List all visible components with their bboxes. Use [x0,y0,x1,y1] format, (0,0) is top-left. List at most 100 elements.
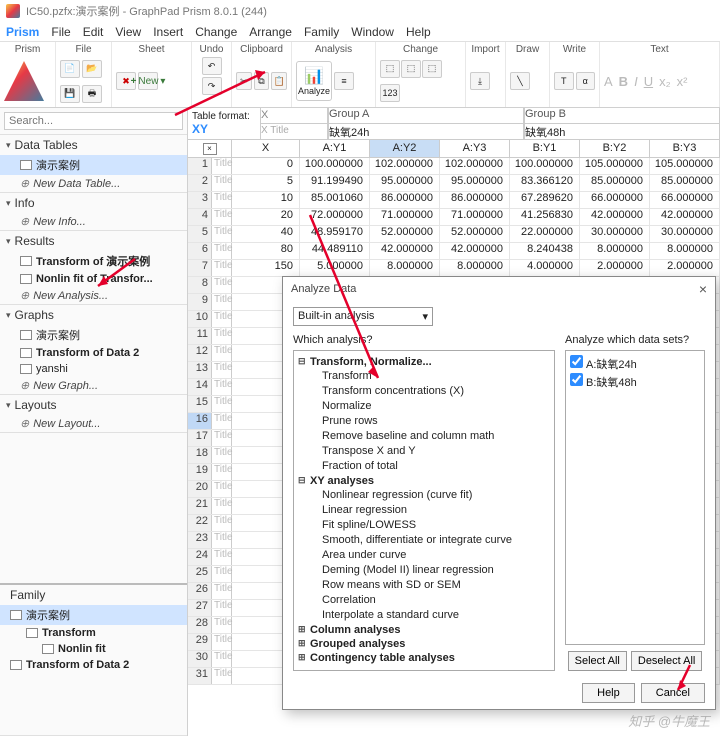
copy-icon[interactable]: ⧉ [254,72,270,90]
col-header[interactable]: A:Y1 [300,140,370,157]
menu-item[interactable]: Insert [153,25,183,39]
table-row[interactable]: 2Title591.19949095.00000095.00000083.366… [188,175,720,192]
tree-item[interactable]: Interpolate a standard curve [298,608,550,623]
group-b-header[interactable]: Group B缺氧48h [524,108,720,140]
change-icon[interactable]: ⬚ [422,60,442,78]
tree-item[interactable]: Linear regression [298,503,550,518]
paste-icon[interactable]: 📋 [271,72,287,90]
tree-category[interactable]: Column analyses [298,623,550,637]
cut-icon[interactable]: ✂ [236,72,252,90]
sidebar-item[interactable]: 演示案例 [0,325,187,345]
panel-results[interactable]: Results [0,231,187,251]
menu-item[interactable]: File [51,25,70,39]
italic-button[interactable]: I [634,74,638,89]
dataset-checkbox[interactable]: A:缺氧24h [570,355,700,373]
sidebar-item[interactable]: 演示案例 [0,155,187,175]
table-row[interactable]: 4Title2072.00000071.00000071.00000041.25… [188,209,720,226]
col-x[interactable]: X [232,140,300,157]
tree-item[interactable]: Remove baseline and column math [298,429,550,444]
group-a-header[interactable]: Group A缺氧24h [328,108,524,140]
tree-item[interactable]: Transpose X and Y [298,444,550,459]
col-header[interactable]: B:Y1 [510,140,580,157]
menu-item[interactable]: Family [304,25,339,39]
write-icon[interactable]: T [554,72,574,90]
family-item[interactable]: Transform of Data 2 [0,657,187,673]
close-icon[interactable]: × [699,281,707,297]
tree-category[interactable]: Grouped analyses [298,637,550,651]
tree-item[interactable]: Normalize [298,399,550,414]
write-icon[interactable]: α [576,72,596,90]
tree-item[interactable]: Deming (Model II) linear regression [298,563,550,578]
tree-item[interactable]: Transform [298,369,550,384]
new-analysis[interactable]: ⊕New Analysis... [0,287,187,304]
bold-button[interactable]: B [619,74,628,89]
menu-item[interactable]: Change [195,25,237,39]
family-item[interactable]: Nonlin fit [0,641,187,657]
dataset-checkbox[interactable]: B:缺氧48h [570,373,700,391]
sidebar-item[interactable]: Nonlin fit of Transfor... [0,271,187,287]
sidebar-item[interactable]: Transform of Data 2 [0,345,187,361]
sidebar-item[interactable]: Transform of 演示案例 [0,251,187,271]
tree-item[interactable]: Correlation [298,593,550,608]
tree-item[interactable]: Nonlinear regression (curve fit) [298,488,550,503]
panel-graphs[interactable]: Graphs [0,305,187,325]
deselect-all-button[interactable]: Deselect All [631,651,702,671]
print-icon[interactable]: 🖶 [82,85,102,103]
tree-item[interactable]: Area under curve [298,548,550,563]
select-all-button[interactable]: Select All [568,651,627,671]
tree-item[interactable]: Fraction of total [298,459,550,474]
sup-button[interactable]: x² [677,74,688,89]
panel-family[interactable]: Family [0,585,187,605]
change-icon[interactable]: 123 [380,84,400,102]
tree-item[interactable]: Fit spline/LOWESS [298,518,550,533]
import-icon[interactable]: ⤓ [470,72,490,90]
table-row[interactable]: 1Title0100.000000102.000000102.000000100… [188,158,720,175]
open-icon[interactable]: 📂 [82,60,102,78]
x-column-header[interactable]: XX Title [260,108,328,140]
cancel-button[interactable]: Cancel [641,683,705,703]
sidebar-item[interactable]: yanshi [0,361,187,377]
analysis-icon[interactable]: ≡ [334,72,354,90]
font-button[interactable]: A [604,74,613,89]
tree-category[interactable]: Transform, Normalize... [298,355,550,369]
family-item[interactable]: Transform [0,625,187,641]
panel-info[interactable]: Info [0,193,187,213]
close-icon[interactable]: × [203,143,217,155]
col-header[interactable]: A:Y3 [440,140,510,157]
menu-item[interactable]: View [115,25,141,39]
panel-layouts[interactable]: Layouts [0,395,187,415]
tree-item[interactable]: Row means with SD or SEM [298,578,550,593]
table-row[interactable]: 6Title8044.48911042.00000042.0000008.240… [188,243,720,260]
help-button[interactable]: Help [582,683,635,703]
menu-item[interactable]: Window [351,25,394,39]
menu-item[interactable]: Arrange [249,25,292,39]
tree-item[interactable]: Prune rows [298,414,550,429]
col-header[interactable]: B:Y3 [650,140,720,157]
tree-item[interactable]: Transform concentrations (X) [298,384,550,399]
new-data-table[interactable]: ⊕New Data Table... [0,175,187,192]
menu-item[interactable]: Help [406,25,431,39]
change-icon[interactable]: ⬚ [401,60,421,78]
analysis-tree[interactable]: Transform, Normalize...TransformTransfor… [293,350,555,671]
col-header[interactable]: B:Y2 [580,140,650,157]
col-header[interactable]: A:Y2 [370,140,440,157]
menu-item[interactable]: Prism [6,25,39,39]
new-info[interactable]: ⊕New Info... [0,213,187,230]
table-row[interactable]: 3Title1085.00106086.00000086.00000067.28… [188,192,720,209]
redo-icon[interactable]: ↷ [202,77,222,95]
save-icon[interactable]: 💾 [60,85,80,103]
panel-data-tables[interactable]: Data Tables [0,135,187,155]
table-row[interactable]: 5Title4048.95917052.00000052.00000022.00… [188,226,720,243]
tree-category[interactable]: XY analyses [298,474,550,488]
undo-icon[interactable]: ↶ [202,57,222,75]
analysis-type-combo[interactable]: Built-in analysis▾ [293,307,433,326]
underline-button[interactable]: U [644,74,653,89]
menu-item[interactable]: Edit [83,25,104,39]
family-item[interactable]: 演示案例 [0,605,187,625]
prism-logo-icon[interactable] [4,61,44,101]
table-row[interactable]: 7Title1505.0000008.0000008.0000004.00000… [188,260,720,277]
new-sheet-button[interactable]: +New▾ [138,72,158,90]
change-icon[interactable]: ⬚ [380,60,400,78]
new-graph[interactable]: ⊕New Graph... [0,377,187,394]
sub-button[interactable]: x₂ [659,74,671,89]
